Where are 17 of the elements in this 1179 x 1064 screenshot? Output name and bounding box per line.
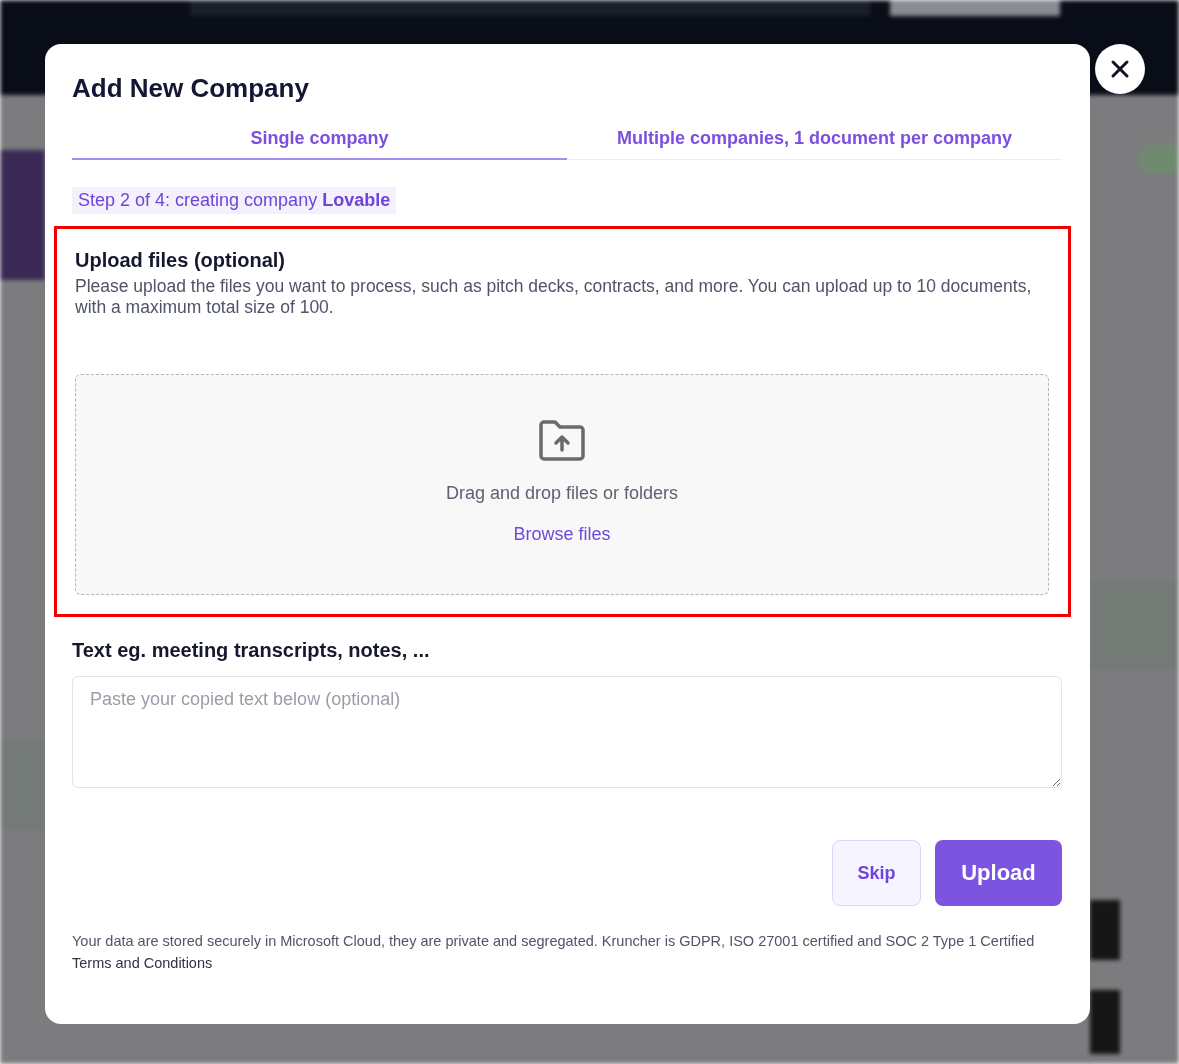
close-icon (1110, 59, 1130, 79)
footer-note: Your data are stored securely in Microsoft Cloud, they are private and segregated. Kruncher is GDPR, ISO 27001 certified and SOC 2 Type 1 Certified Terms and Conditions (72, 932, 1036, 973)
folder-upload-icon (537, 419, 587, 463)
terms-link[interactable]: Terms and Conditions (72, 955, 213, 971)
drop-zone[interactable]: Drag and drop files or folders Browse files (75, 374, 1049, 595)
drop-instructions: Drag and drop files or folders (445, 483, 679, 504)
skip-button[interactable]: Skip (832, 840, 921, 906)
tab[interactable]: Multiple companies, 1 document per company (567, 124, 1062, 160)
upload-button[interactable]: Upload (935, 840, 1062, 906)
section-description: Please upload the files you want to process, such as pitch decks, contracts, and more. You can upload up to 10 documents, with a maximum total size of 100. (75, 276, 1033, 318)
step-label: Step 2 of 4: creating company Lovable (72, 187, 397, 214)
text-input-field[interactable]: Paste your copied text below (optional) (72, 676, 1062, 788)
section-title: Upload files (optional) (75, 249, 286, 272)
browse-files-link[interactable]: Browse files (513, 524, 611, 545)
tab[interactable]: Single company (72, 124, 567, 160)
dialog-title: Add New Company (72, 72, 310, 105)
section-title: Text eg. meeting transcripts, notes, ... (72, 639, 431, 662)
